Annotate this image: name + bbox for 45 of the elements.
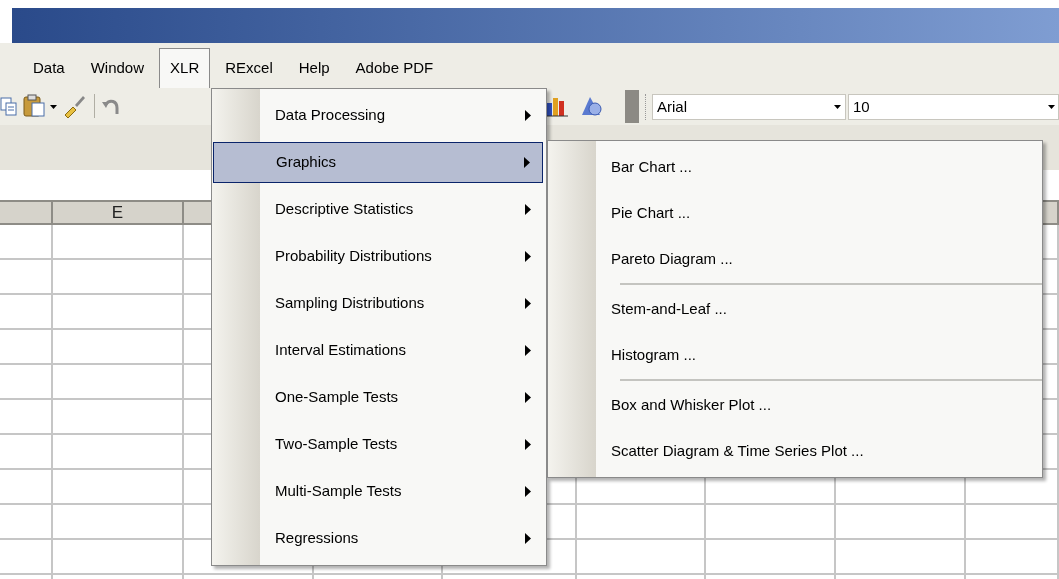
menu-item[interactable]: Regressions xyxy=(213,518,543,559)
menu-item[interactable]: Probability Distributions xyxy=(213,236,543,277)
submenu-arrow-icon xyxy=(525,298,531,309)
menu-item[interactable]: Scatter Diagram & Time Series Plot ... xyxy=(549,431,1041,471)
menu-item[interactable]: Bar Chart ... xyxy=(549,147,1041,187)
caret-icon[interactable] xyxy=(50,105,57,109)
submenu-arrow-icon xyxy=(525,392,531,403)
menu-item[interactable]: Interval Estimations xyxy=(213,330,543,371)
caret-icon[interactable] xyxy=(834,105,841,109)
menu-item[interactable]: Data Processing xyxy=(213,95,543,136)
wordart-icon[interactable] xyxy=(580,95,602,117)
menu-item[interactable]: XLR xyxy=(159,48,211,88)
menu-item[interactable]: Descriptive Statistics xyxy=(213,189,543,230)
brush-icon[interactable] xyxy=(62,94,86,118)
copy-icon[interactable] xyxy=(0,97,18,117)
submenu-arrow-icon xyxy=(524,157,530,168)
caret-icon[interactable] xyxy=(1048,105,1055,109)
menu-item[interactable]: Histogram ... xyxy=(549,335,1041,375)
submenu-arrow-icon xyxy=(525,110,531,121)
menu-item[interactable]: Pareto Diagram ... xyxy=(549,239,1041,279)
submenu-arrow-icon xyxy=(525,439,531,450)
menu-item[interactable]: Sampling Distributions xyxy=(213,283,543,324)
submenu-arrow-icon xyxy=(525,533,531,544)
submenu-arrow-icon xyxy=(525,251,531,262)
menu-item[interactable]: Stem-and-Leaf ... xyxy=(549,289,1041,329)
chart-icon[interactable] xyxy=(545,95,569,117)
font-size-field[interactable]: 10 xyxy=(848,94,1059,120)
submenu-arrow-icon xyxy=(525,486,531,497)
menu-item[interactable]: Adobe PDF xyxy=(344,48,445,88)
font-field[interactable]: Arial xyxy=(652,94,846,120)
menu-item[interactable]: Pie Chart ... xyxy=(549,193,1041,233)
toolbar-handle[interactable] xyxy=(625,90,639,123)
menu-item[interactable]: RExcel xyxy=(214,48,284,88)
menu-item[interactable]: Multi-Sample Tests xyxy=(213,471,543,512)
submenu-arrow-icon xyxy=(525,204,531,215)
menu-item[interactable]: One-Sample Tests xyxy=(213,377,543,418)
menu-item[interactable]: Two-Sample Tests xyxy=(213,424,543,465)
menu-item[interactable]: Data xyxy=(22,48,76,88)
menu-item[interactable]: Help xyxy=(287,48,341,88)
menu-item[interactable]: Graphics xyxy=(213,142,543,183)
paste-icon[interactable] xyxy=(22,94,46,118)
column-header[interactable]: E xyxy=(111,199,124,226)
menu-item[interactable]: Window xyxy=(79,48,156,88)
menu-item[interactable]: Box and Whisker Plot ... xyxy=(549,385,1041,425)
submenu-arrow-icon xyxy=(525,345,531,356)
